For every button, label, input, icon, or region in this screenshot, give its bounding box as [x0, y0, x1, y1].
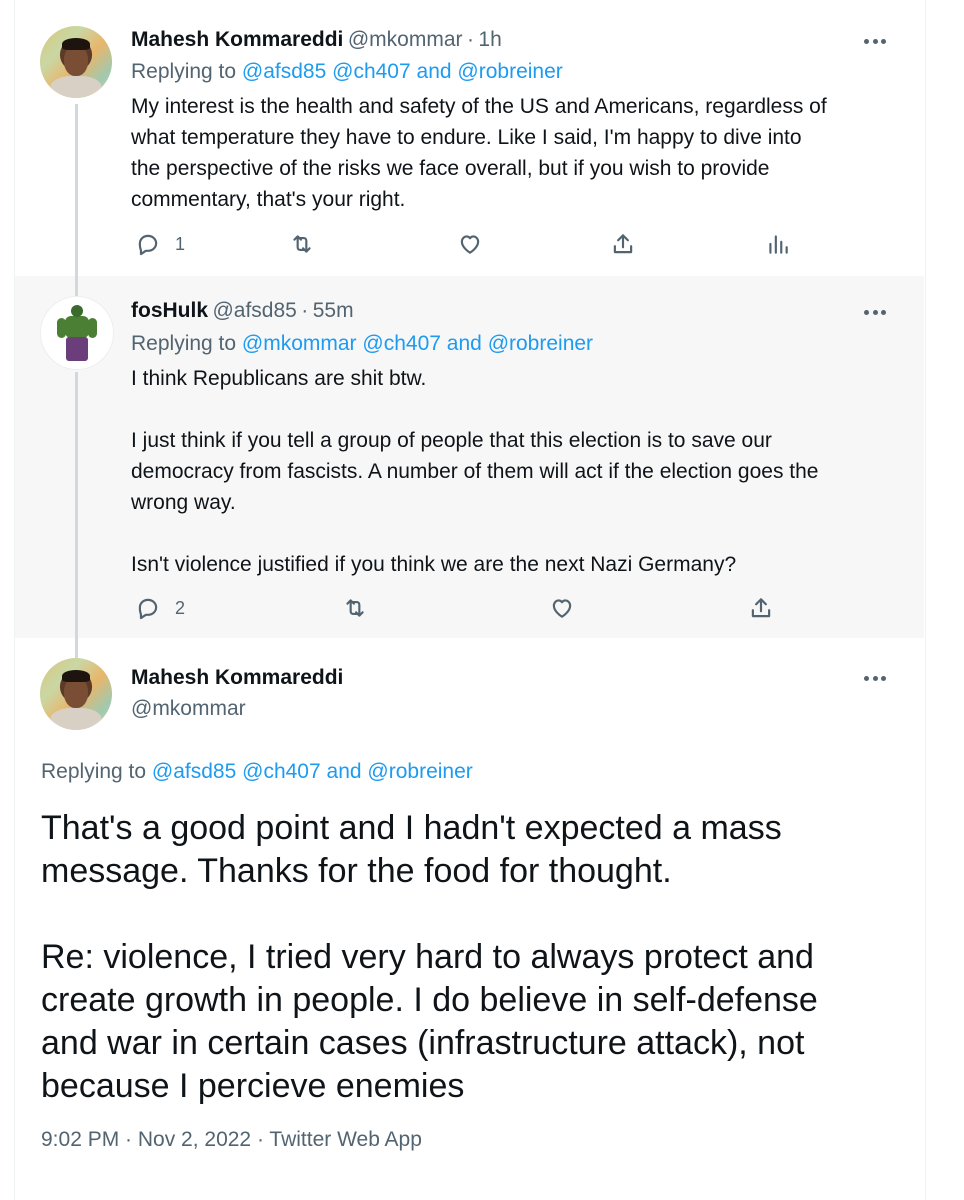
mention-link[interactable]: @ch407: [242, 760, 321, 783]
separator: ·: [466, 28, 474, 51]
analytics-button[interactable]: [765, 229, 791, 259]
tweet-text: That's a good point and I hadn't expecte…: [41, 809, 818, 1105]
like-icon: [457, 231, 483, 257]
reply-icon: [135, 595, 161, 621]
mention-link[interactable]: @ch407: [362, 332, 441, 355]
author-handle[interactable]: @afsd85: [212, 299, 296, 322]
tweet-3-focused: Mahesh Kommareddi @mkommar Replying to @…: [15, 638, 924, 1200]
thread-connector: [75, 372, 78, 638]
mention-link[interactable]: @afsd85: [242, 60, 326, 83]
tweet-actions: 2: [131, 593, 791, 623]
reply-button[interactable]: 1: [135, 229, 185, 259]
avatar[interactable]: [40, 26, 112, 98]
reply-button[interactable]: 2: [135, 593, 185, 623]
mention-and[interactable]: and: [417, 60, 452, 83]
thread-connector: [75, 638, 78, 658]
avatar[interactable]: [40, 296, 114, 370]
more-options-icon[interactable]: [864, 309, 886, 315]
mention-link[interactable]: @robreiner: [488, 332, 593, 355]
replying-to-label: Replying to: [41, 760, 147, 783]
retweet-icon: [289, 231, 315, 257]
tweet-actions: 1: [131, 229, 791, 259]
reply-icon: [135, 231, 161, 257]
mention-and[interactable]: and: [447, 332, 482, 355]
tweet-2[interactable]: fosHulk @afsd85 · 55m Replying to @mkomm…: [15, 276, 924, 638]
author-name[interactable]: Mahesh Kommareddi: [131, 28, 343, 51]
replying-to: Replying to @mkommar @ch407 and @robrein…: [131, 332, 593, 356]
share-icon: [748, 595, 774, 621]
retweet-button[interactable]: [342, 593, 368, 623]
tweet-text: My interest is the health and safety of …: [131, 95, 827, 211]
thread-connector: [75, 104, 78, 276]
share-button[interactable]: [748, 593, 774, 623]
mention-link[interactable]: @robreiner: [457, 60, 562, 83]
mention-link[interactable]: @mkommar: [242, 332, 357, 355]
share-icon: [610, 231, 636, 257]
avatar[interactable]: [40, 658, 112, 730]
more-options-icon[interactable]: [864, 675, 886, 681]
mention-and[interactable]: and: [327, 760, 362, 783]
replying-to: Replying to @afsd85 @ch407 and @robreine…: [41, 760, 473, 784]
more-options-icon[interactable]: [864, 38, 886, 44]
mention-link[interactable]: @afsd85: [152, 760, 236, 783]
reply-count: 1: [175, 233, 186, 254]
replying-to-label: Replying to: [131, 60, 237, 83]
tweet-timestamp[interactable]: 9:02 PM · Nov 2, 2022 · Twitter Web App: [41, 1128, 422, 1152]
share-button[interactable]: [610, 229, 636, 259]
retweet-button[interactable]: [289, 229, 315, 259]
replying-to-label: Replying to: [131, 332, 237, 355]
thread-connector: [75, 276, 78, 296]
like-button[interactable]: [457, 229, 483, 259]
retweet-icon: [342, 595, 368, 621]
author-handle[interactable]: @mkommar: [348, 28, 463, 51]
author-handle[interactable]: @mkommar: [131, 697, 246, 721]
reply-count: 2: [175, 597, 186, 618]
like-icon: [549, 595, 575, 621]
tweet-time[interactable]: 1h: [478, 28, 501, 51]
tweet-time[interactable]: 55m: [313, 299, 354, 322]
replying-to: Replying to @afsd85 @ch407 and @robreine…: [131, 60, 563, 84]
tweet-1[interactable]: Mahesh Kommareddi @mkommar · 1h Replying…: [15, 0, 924, 276]
mention-link[interactable]: @robreiner: [367, 760, 472, 783]
tweet-text: I think Republicans are shit btw. I just…: [131, 367, 819, 576]
mention-link[interactable]: @ch407: [332, 60, 411, 83]
analytics-icon: [765, 231, 791, 257]
author-name[interactable]: Mahesh Kommareddi: [131, 666, 343, 690]
like-button[interactable]: [549, 593, 575, 623]
separator: ·: [301, 299, 309, 322]
author-name[interactable]: fosHulk: [131, 299, 208, 322]
